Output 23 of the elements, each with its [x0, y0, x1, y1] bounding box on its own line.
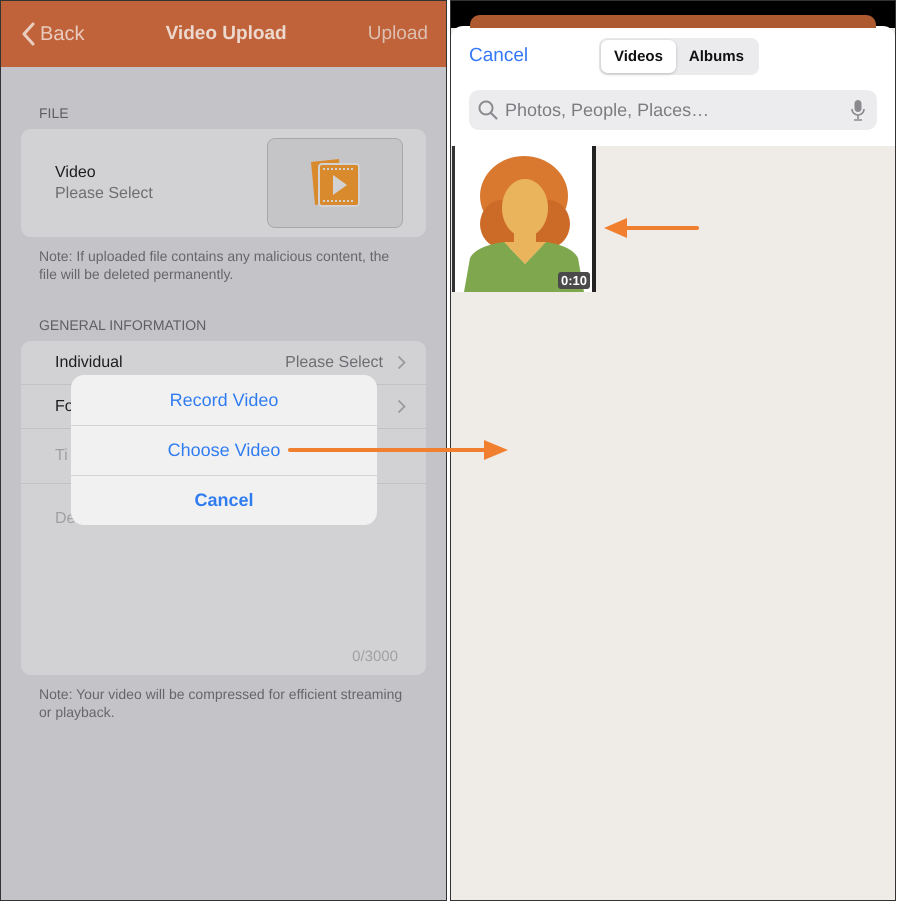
segment-tab[interactable]: Videos: [601, 40, 676, 72]
upload-button[interactable]: Upload: [368, 23, 428, 45]
note-text: Note: If uploaded file contains any malicious content, the file will be deleted permanently.: [38, 247, 390, 283]
segment-tab[interactable]: Albums: [676, 40, 757, 72]
section-header: FILE: [38, 104, 70, 123]
back-button[interactable]: Back: [21, 22, 84, 46]
search-field[interactable]: Photos, People, Places…: [469, 90, 877, 130]
screen-title: Video Upload: [166, 23, 287, 45]
field-value: Please Select: [285, 354, 383, 372]
back-chevron-icon: [21, 22, 35, 46]
action-button[interactable]: Record Video: [71, 375, 377, 425]
note-text: Note: Your video will be compressed for efficient streaming or playback.: [38, 685, 404, 721]
action-button[interactable]: Choose Video: [71, 425, 377, 475]
search-icon: [478, 100, 498, 120]
video-duration: 0:10: [558, 272, 590, 289]
section-header: GENERAL INFORMATION: [38, 316, 208, 335]
microphone-icon: [851, 99, 865, 121]
cancel-button[interactable]: Cancel: [469, 45, 599, 67]
field-label: Individual: [55, 354, 123, 372]
field-label: Video: [55, 164, 97, 182]
field-value: Please Select: [55, 184, 153, 202]
chevron-icon: [397, 399, 406, 414]
chevron-icon: [397, 355, 406, 370]
